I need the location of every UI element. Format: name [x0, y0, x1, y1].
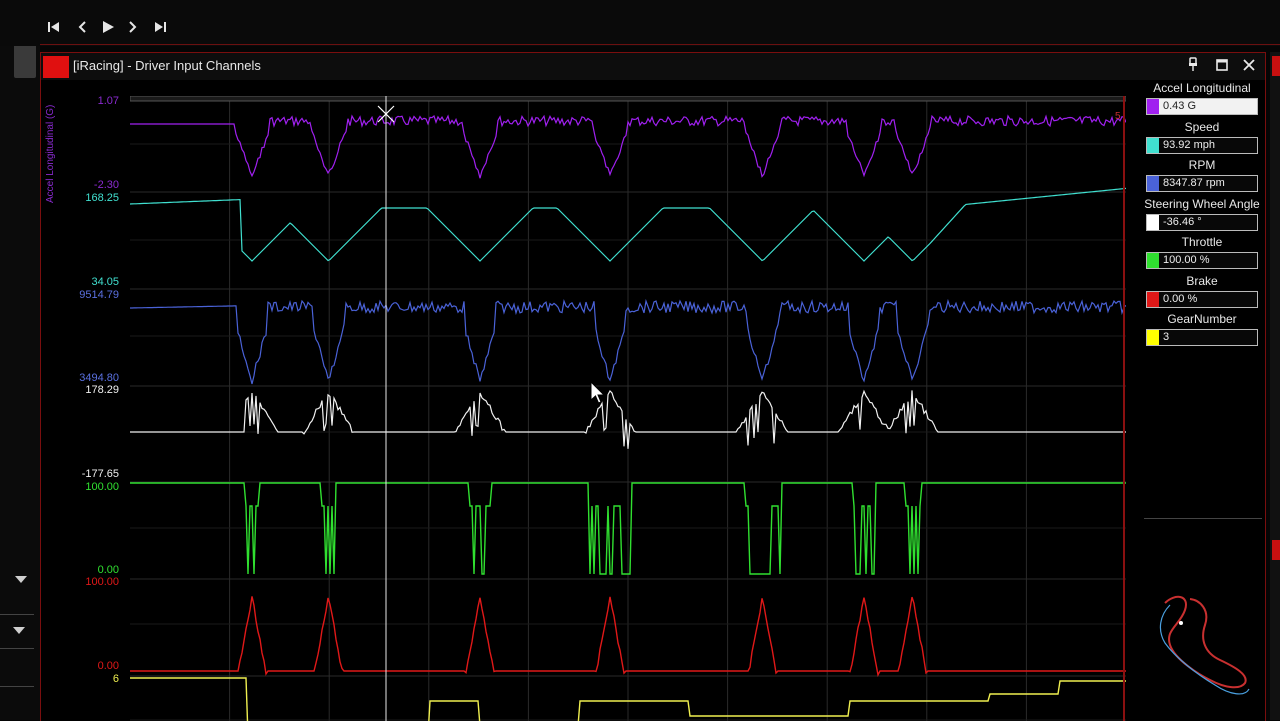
- telemetry-chart[interactable]: 5: [130, 96, 1126, 721]
- legend-value: 3: [1163, 331, 1170, 343]
- legend-value: 93.92 mph: [1163, 138, 1215, 151]
- legend-divider: [1144, 518, 1262, 519]
- legend-item[interactable]: Speed 93.92 mph: [1140, 119, 1264, 158]
- legend-channel-name: Speed: [1184, 119, 1220, 134]
- legend-value-box: 0.43 G: [1146, 98, 1258, 115]
- right-edge-panel: [1270, 52, 1280, 720]
- steer-max-label: 178.29: [85, 384, 119, 396]
- speed-max-label: 168.25: [85, 192, 119, 204]
- brake-min-label: 0.00: [97, 660, 119, 672]
- legend-color-swatch: [1147, 137, 1159, 153]
- rpm-min-label: 3494.80: [79, 372, 119, 384]
- steer-min-label: -177.65: [81, 468, 119, 480]
- throttle-max-label: 100.00: [85, 481, 119, 493]
- telemetry-plot[interactable]: 5: [130, 96, 1126, 721]
- window-titlebar[interactable]: [iRacing] - Driver Input Channels: [41, 53, 1265, 80]
- throttle-min-label: 0.00: [97, 564, 119, 576]
- play-icon[interactable]: [98, 20, 118, 40]
- driver-input-channels-window: [iRacing] - Driver Input Channels Accel …: [40, 52, 1266, 721]
- legend-color-swatch: [1147, 291, 1159, 307]
- accel-max-label: 1.07: [97, 95, 119, 107]
- legend-value-box: -36.46 °: [1146, 213, 1258, 231]
- toolbar-divider: [40, 44, 1280, 45]
- left-panel-strip: [0, 0, 40, 720]
- dropdown-caret-icon[interactable]: [13, 627, 25, 634]
- accel-min-label: -2.30: [93, 179, 119, 191]
- time-scrub-bar: [130, 96, 1126, 102]
- legend-item[interactable]: Accel Longitudinal 0.43 G: [1140, 80, 1264, 119]
- window-title: [iRacing] - Driver Input Channels: [73, 58, 261, 73]
- left-divider: [0, 686, 34, 687]
- legend-value-box: 8347.87 rpm: [1146, 175, 1258, 192]
- left-divider: [0, 648, 34, 649]
- skip-to-end-icon[interactable]: [150, 20, 170, 40]
- legend-value: 0.43 G: [1163, 100, 1197, 112]
- step-back-icon[interactable]: [73, 20, 93, 40]
- legend-item[interactable]: Brake 0.00 %: [1140, 273, 1264, 312]
- legend-channel-name: RPM: [1188, 158, 1216, 172]
- pin-icon[interactable]: [1183, 56, 1203, 76]
- legend-value-box: 3: [1146, 329, 1258, 346]
- collapse-caret-icon[interactable]: [15, 576, 27, 583]
- legend-color-swatch: [1147, 176, 1159, 191]
- playback-toolbar: [0, 0, 1280, 46]
- track-map[interactable]: [1145, 585, 1270, 720]
- legend-channel-name: Steering Wheel Angle: [1144, 196, 1260, 211]
- close-icon[interactable]: [1239, 56, 1259, 76]
- legend-channel-name: Accel Longitudinal: [1153, 81, 1251, 95]
- step-forward-icon[interactable]: [122, 20, 142, 40]
- skip-to-start-icon[interactable]: [44, 20, 64, 40]
- legend-value: 100.00 %: [1163, 254, 1210, 266]
- legend-value: -36.46 °: [1163, 215, 1202, 228]
- legend-item[interactable]: RPM 8347.87 rpm: [1140, 157, 1264, 196]
- legend-value: 0.00 %: [1163, 292, 1198, 305]
- legend-color-swatch: [1147, 214, 1159, 230]
- legend-color-swatch: [1147, 330, 1159, 345]
- legend-channel-name: Throttle: [1181, 235, 1223, 249]
- mouse-cursor-icon: [590, 381, 606, 404]
- rpm-max-label: 9514.79: [79, 289, 119, 301]
- edge-marker: [1272, 540, 1280, 560]
- legend-channel-name: Brake: [1186, 273, 1218, 288]
- legend-value-box: 93.92 mph: [1146, 136, 1258, 154]
- legend-value-box: 0.00 %: [1146, 290, 1258, 308]
- corner-number-label: 5: [1115, 111, 1121, 122]
- legend-item[interactable]: Steering Wheel Angle -36.46 °: [1140, 196, 1264, 235]
- legend-value-box: 100.00 %: [1146, 252, 1258, 269]
- maximize-icon[interactable]: [1212, 56, 1232, 76]
- left-divider: [0, 614, 34, 615]
- legend-channel-name: GearNumber: [1167, 312, 1237, 326]
- brake-max-label: 100.00: [85, 576, 119, 588]
- legend-color-swatch: [1147, 99, 1159, 114]
- channel-legend: Accel Longitudinal 0.43 G Speed 93.92 mph RP…: [1140, 80, 1264, 350]
- speed-min-label: 34.05: [91, 276, 119, 288]
- app-icon: [43, 56, 69, 78]
- legend-value: 8347.87 rpm: [1163, 177, 1225, 189]
- gear-max-label: 6: [112, 673, 119, 685]
- edge-marker: [1272, 56, 1280, 76]
- legend-item[interactable]: GearNumber 3: [1140, 311, 1264, 350]
- legend-item[interactable]: Throttle 100.00 %: [1140, 234, 1264, 273]
- legend-color-swatch: [1147, 253, 1159, 268]
